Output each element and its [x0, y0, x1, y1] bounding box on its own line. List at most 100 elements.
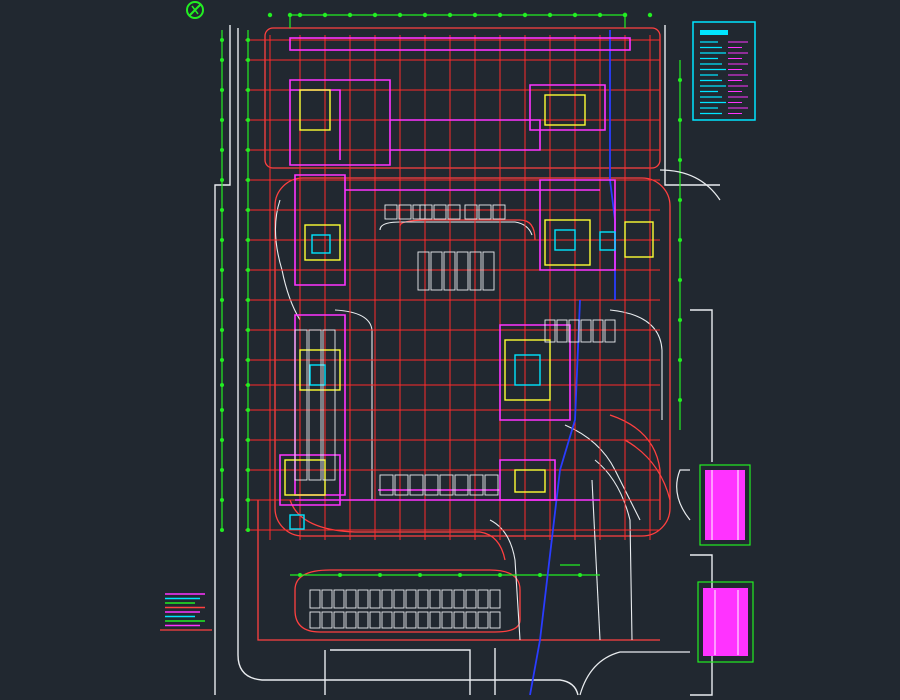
- parking-stall: [454, 474, 469, 496]
- parking-stall: [482, 251, 495, 291]
- parking-stall: [394, 474, 409, 496]
- dimension-tick: [246, 408, 250, 412]
- dimension-tick: [246, 178, 250, 182]
- parking-stall: [369, 589, 381, 609]
- parking-stall: [477, 589, 489, 609]
- parking-stall: [424, 474, 439, 496]
- dimension-tick: [246, 328, 250, 332]
- dimension-tick: [458, 573, 462, 577]
- parking-stall: [357, 589, 369, 609]
- parking-stall: [405, 589, 417, 609]
- dimension-tick: [220, 88, 224, 92]
- dimension-tick: [347, 12, 353, 18]
- dimension-tick: [522, 12, 528, 18]
- dimension-tick: [338, 573, 342, 577]
- cad-site-plan: [0, 0, 900, 700]
- parking-stall: [309, 589, 321, 609]
- dimension-tick: [220, 498, 224, 502]
- dimension-tick: [647, 12, 653, 18]
- dimension-tick: [267, 12, 273, 18]
- parking-stall: [333, 589, 345, 609]
- parking-stall: [345, 611, 357, 629]
- parking-stall: [430, 251, 443, 291]
- dimension-tick: [678, 278, 682, 282]
- dimension-tick: [220, 38, 224, 42]
- parking-stall: [379, 474, 394, 496]
- dimension-tick: [220, 383, 224, 387]
- side-building-1: [699, 464, 751, 546]
- dimension-tick: [220, 358, 224, 362]
- parking-stall: [478, 204, 492, 220]
- parking-stall: [489, 589, 501, 609]
- dimension-tick: [597, 12, 603, 18]
- parking-stall: [393, 589, 405, 609]
- dimension-tick: [578, 573, 582, 577]
- parking-stall: [398, 204, 412, 220]
- dimension-tick: [287, 12, 293, 18]
- north-arrow-icon[interactable]: [186, 1, 204, 19]
- dimension-tick: [678, 358, 682, 362]
- parking-stall: [429, 611, 441, 629]
- dimension-tick: [246, 358, 250, 362]
- dimension-tick: [246, 38, 250, 42]
- parking-stall: [381, 589, 393, 609]
- dimension-tick: [622, 12, 628, 18]
- parking-stall: [484, 474, 499, 496]
- dimension-tick: [322, 12, 328, 18]
- parking-stall: [417, 589, 429, 609]
- parking-stall: [604, 319, 616, 343]
- dimension-tick: [246, 438, 250, 442]
- dimension-tick: [498, 573, 502, 577]
- dimension-tick: [220, 118, 224, 122]
- dimension-tick: [678, 78, 682, 82]
- dimension-tick: [246, 528, 250, 532]
- dimension-tick: [246, 238, 250, 242]
- parking-stall: [489, 611, 501, 629]
- dimension-tick: [220, 268, 224, 272]
- dimension-tick: [220, 408, 224, 412]
- parking-stall: [308, 329, 322, 481]
- dimension-tick: [246, 383, 250, 387]
- parking-stall: [309, 611, 321, 629]
- dimension-tick: [220, 208, 224, 212]
- dimension-tick: [220, 438, 224, 442]
- dimension-tick: [246, 268, 250, 272]
- dimension-tick: [472, 12, 478, 18]
- parking-stall: [417, 611, 429, 629]
- dimension-tick: [246, 208, 250, 212]
- dimension-tick: [246, 498, 250, 502]
- dimension-tick: [372, 12, 378, 18]
- parking-stall: [441, 611, 453, 629]
- dimension-tick: [220, 178, 224, 182]
- dimension-tick: [397, 12, 403, 18]
- parking-stall: [381, 611, 393, 629]
- parking-stall: [465, 611, 477, 629]
- dimension-tick: [378, 573, 382, 577]
- dimension-tick: [246, 468, 250, 472]
- parking-stall: [294, 329, 308, 481]
- dimension-tick: [220, 298, 224, 302]
- dimension-tick: [246, 88, 250, 92]
- dimension-tick: [422, 12, 428, 18]
- parking-stall: [456, 251, 469, 291]
- dimension-tick: [246, 148, 250, 152]
- parking-stall: [453, 589, 465, 609]
- parking-stall: [592, 319, 604, 343]
- dimension-tick: [447, 12, 453, 18]
- dimension-tick: [678, 118, 682, 122]
- parking-stall: [369, 611, 381, 629]
- parking-stall: [419, 204, 433, 220]
- legend-table[interactable]: [692, 21, 756, 121]
- notes-block[interactable]: [160, 593, 212, 631]
- dimension-tick: [418, 573, 422, 577]
- drive-curves: [274, 199, 663, 641]
- dimension-tick: [678, 158, 682, 162]
- dimension-tick: [678, 238, 682, 242]
- dimension-tick: [220, 148, 224, 152]
- parking-stall: [580, 319, 592, 343]
- parking-stall: [417, 251, 430, 291]
- dimension-tick: [220, 58, 224, 62]
- parking-stall: [393, 611, 405, 629]
- side-building-2: [697, 581, 754, 663]
- parking-stall: [492, 204, 506, 220]
